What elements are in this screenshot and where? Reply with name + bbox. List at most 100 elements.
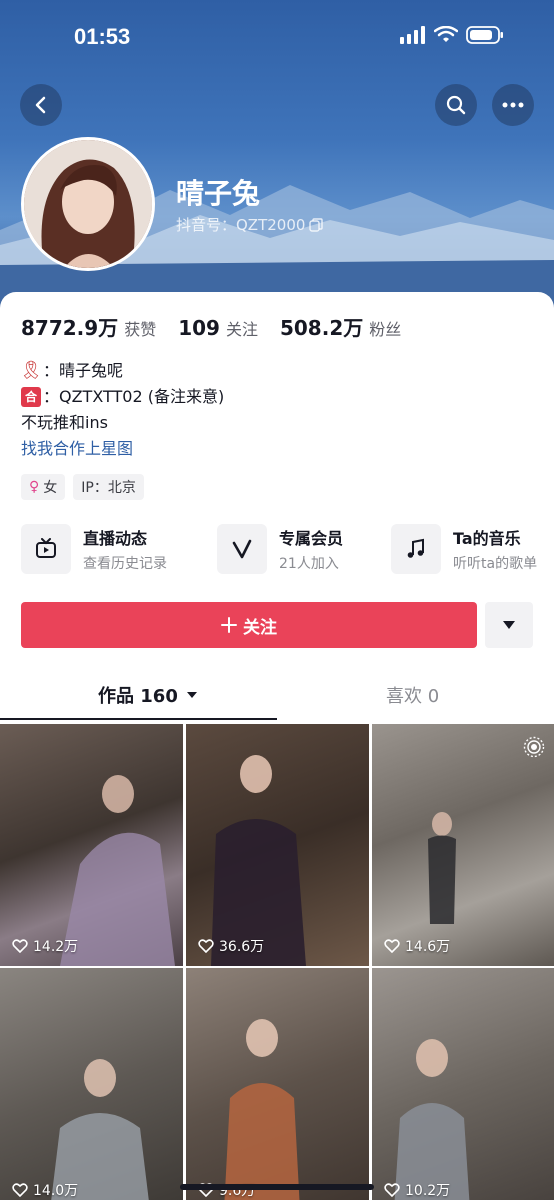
avatar-image: [24, 140, 152, 268]
like-count-text: 10.2万: [405, 1183, 451, 1199]
stat-value: 109: [178, 316, 220, 340]
like-count: 36.6万: [198, 936, 264, 956]
home-indicator[interactable]: [180, 1184, 374, 1190]
username: 晴子兔: [176, 177, 261, 210]
stats-row: 8772.9万 获赞 109 关注 508.2万 粉丝: [21, 312, 423, 341]
search-button[interactable]: [435, 84, 477, 126]
bio: 🎗 ：晴子兔呢 合 ：QZTXTT02 (备注来意) 不玩推和ins 找我合作上…: [19, 358, 225, 462]
ip-tag: IP：北京: [73, 474, 144, 500]
bio-line: 🎗 ：晴子兔呢: [19, 358, 224, 384]
stat-label: 获赞: [124, 320, 157, 339]
like-count: 14.2万: [12, 936, 78, 956]
profile-tabs: 作品 160 喜欢 0: [0, 672, 554, 722]
music-note-icon: [407, 538, 424, 558]
like-count-text: 14.2万: [33, 939, 79, 955]
feature-title: Ta的音乐: [453, 529, 521, 548]
bio-line: 找我合作上星图: [21, 436, 224, 462]
like-count: 10.2万: [384, 1180, 450, 1200]
he-badge-icon: 合: [21, 387, 41, 407]
heart-icon: [384, 1183, 400, 1197]
thumbnail-figure: [51, 1059, 149, 1200]
thumbnail-figure: [394, 1039, 470, 1200]
bio-text: ：晴子兔呢: [43, 361, 124, 380]
ribbon-emoji-icon: 🎗: [19, 360, 43, 381]
feature-icon-box: [21, 524, 71, 574]
heart-icon: [198, 939, 214, 953]
stat-followers[interactable]: 508.2万 粉丝: [280, 312, 401, 341]
follow-button-label: 关注: [243, 617, 277, 638]
search-icon: [446, 95, 466, 115]
bio-text: ：QZTXTT02 (备注来意): [43, 387, 225, 406]
like-count-text: 36.6万: [219, 939, 265, 955]
status-icons: [400, 26, 504, 44]
bio-line: 合 ：QZTXTT02 (备注来意): [21, 384, 224, 410]
feature-live[interactable]: 直播动态 查看历史记录: [21, 524, 167, 574]
feature-icon-box: [217, 524, 267, 574]
chevron-left-icon: [35, 96, 46, 114]
feature-title: 直播动态: [83, 529, 148, 548]
like-count-text: 14.6万: [405, 939, 451, 955]
douyin-id: 抖音号：QZT2000: [176, 214, 324, 235]
video-thumbnail[interactable]: 10.2万: [372, 968, 554, 1200]
video-thumbnail[interactable]: 14.0万: [0, 968, 183, 1200]
thumbnail-figure: [60, 775, 175, 966]
plus-icon: [221, 617, 237, 633]
gender-tag: ♀ 女: [21, 474, 66, 500]
heart-icon: [384, 939, 400, 953]
recommend-dropdown-button[interactable]: [485, 602, 533, 648]
caret-down-icon: [503, 621, 515, 629]
heart-icon: [12, 1183, 28, 1197]
video-thumbnail[interactable]: 36.6万: [186, 724, 369, 966]
like-count: 9.6万: [198, 1180, 255, 1200]
copy-icon[interactable]: [309, 217, 324, 232]
stat-value: 508.2万: [279, 316, 364, 340]
feature-subtitle: 查看历史记录: [83, 556, 167, 572]
feature-subtitle: 21人加入: [279, 556, 339, 572]
status-bar: 01:53: [0, 0, 554, 76]
follow-button[interactable]: 关注: [21, 602, 477, 648]
battery-icon: [466, 26, 503, 44]
ip-text: IP：北京: [81, 480, 136, 496]
signal-icon: [400, 26, 425, 44]
live-photo-icon: [523, 736, 545, 758]
like-count: 14.6万: [384, 936, 450, 956]
status-time: 01:53: [74, 24, 131, 49]
avatar[interactable]: [21, 137, 155, 271]
douyin-id-text: 抖音号：QZT2000: [176, 216, 306, 234]
feature-membership[interactable]: 专属会员 21人加入: [217, 524, 343, 574]
stat-value: 8772.9万: [21, 316, 119, 340]
tab-works[interactable]: 作品 160: [98, 682, 198, 708]
profile-card: 8772.9万 获赞 109 关注 508.2万 粉丝 🎗 ：晴子兔呢 合 ：Q…: [0, 292, 554, 1200]
thumbnail-figure: [428, 812, 456, 924]
feature-icon-box: [391, 524, 441, 574]
stat-label: 关注: [225, 320, 258, 339]
bio-link[interactable]: 找我合作上星图: [21, 436, 133, 462]
tab-likes-label: 喜欢 0: [386, 686, 440, 707]
female-icon: ♀: [29, 479, 40, 495]
feature-music[interactable]: Ta的音乐 听听ta的歌单: [391, 524, 537, 574]
profile-tags: ♀ 女 IP：北京: [21, 474, 144, 500]
tab-likes[interactable]: 喜欢 0: [386, 682, 439, 708]
back-button[interactable]: [20, 84, 62, 126]
more-button[interactable]: [492, 84, 534, 126]
v-icon: [232, 539, 252, 559]
bio-line: 不玩推和ins: [21, 410, 224, 436]
bio-text: 不玩推和ins: [21, 413, 108, 432]
like-count-text: 14.0万: [33, 1183, 79, 1199]
gender-text: 女: [43, 480, 58, 496]
feature-title: 专属会员: [279, 529, 344, 548]
more-dots-icon: [502, 102, 524, 108]
video-thumbnail[interactable]: 9.6万: [186, 968, 369, 1200]
heart-icon: [12, 939, 28, 953]
stat-likes[interactable]: 8772.9万 获赞: [21, 312, 156, 341]
feature-row: 直播动态 查看历史记录 专属会员 21人加入 Ta的音乐 听听ta的歌单: [21, 524, 554, 578]
like-count-text: 9.6万: [219, 1183, 256, 1199]
thumbnail-figure: [224, 1019, 300, 1200]
stat-label: 粉丝: [369, 320, 402, 339]
stat-following[interactable]: 109 关注: [178, 316, 258, 340]
video-thumbnail[interactable]: 14.6万: [372, 724, 554, 966]
feature-subtitle: 听听ta的歌单: [453, 556, 538, 572]
tv-icon: [36, 538, 56, 558]
thumbnail-figure: [211, 755, 306, 966]
video-thumbnail[interactable]: 14.2万: [0, 724, 183, 966]
